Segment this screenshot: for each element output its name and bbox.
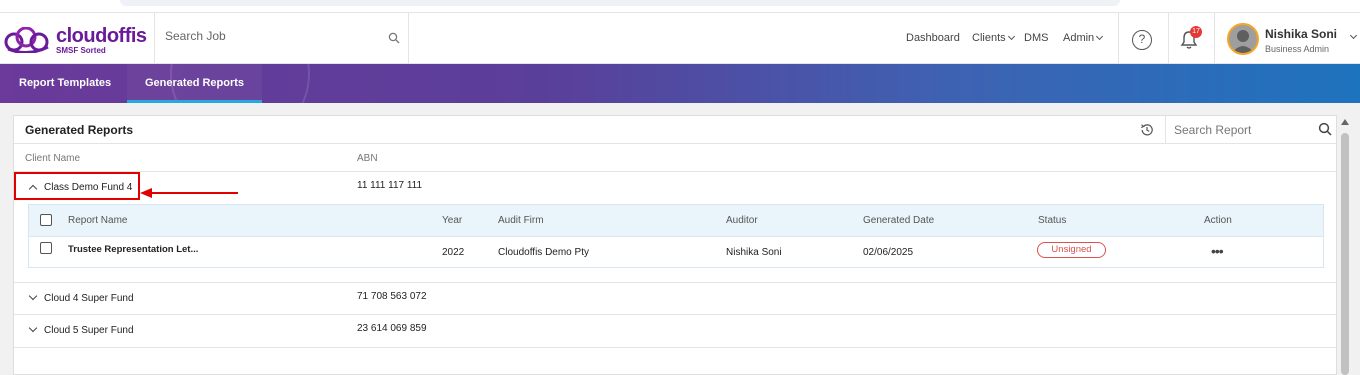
divider [14, 143, 1336, 144]
header-generated-date[interactable]: Generated Date [863, 215, 934, 226]
more-actions-icon[interactable]: ••• [1211, 243, 1224, 259]
row-checkbox[interactable] [40, 242, 52, 254]
nav-clients[interactable]: Clients [972, 32, 1015, 44]
scroll-thumb[interactable] [1341, 133, 1349, 375]
divider [14, 347, 1336, 348]
select-all-checkbox[interactable] [40, 214, 52, 226]
nav-admin[interactable]: Admin [1063, 32, 1104, 44]
question-circle-icon[interactable]: ? [1132, 30, 1152, 50]
search-job-box [154, 13, 409, 64]
client-abn: 71 708 563 072 [357, 291, 427, 302]
nav-dms[interactable]: DMS [1024, 32, 1048, 44]
search-icon[interactable] [1318, 122, 1332, 141]
header-auditor[interactable]: Auditor [726, 215, 758, 226]
vertical-scrollbar[interactable] [1339, 115, 1351, 375]
chevron-down-icon[interactable] [28, 323, 38, 333]
search-report-box [1165, 116, 1338, 143]
search-job-input[interactable] [165, 29, 375, 43]
tab-bar: Report Templates Generated Reports [0, 64, 1360, 103]
client-abn: 11 111 117 111 [357, 180, 423, 191]
divider [14, 171, 1336, 172]
header-action: Action [1204, 215, 1232, 226]
header-year[interactable]: Year [442, 215, 462, 226]
sub-table-header: Report Name Year Audit Firm Auditor Gene… [29, 205, 1323, 237]
history-icon[interactable] [1140, 123, 1154, 142]
client-name[interactable]: Cloud 5 Super Fund [44, 325, 134, 336]
notification-badge: 17 [1190, 26, 1202, 38]
report-name[interactable]: Trustee Representation Let... [68, 244, 198, 255]
generated-reports-panel: Generated Reports Client Name ABN Class … [13, 115, 1337, 375]
chevron-down-icon [1096, 32, 1104, 41]
report-audit-firm: Cloudoffis Demo Pty [498, 247, 589, 258]
divider [14, 282, 1336, 283]
nav-dashboard[interactable]: Dashboard [906, 32, 960, 44]
user-role: Business Admin [1265, 44, 1330, 54]
nav-clients-label: Clients [972, 32, 1006, 44]
app-header: cloudoffis SMSF Sorted Dashboard Clients… [0, 12, 1360, 64]
reports-sub-table: Report Name Year Audit Firm Auditor Gene… [28, 204, 1324, 268]
header-status[interactable]: Status [1038, 215, 1066, 226]
scroll-up-arrow-icon[interactable] [1341, 119, 1349, 125]
divider [14, 314, 1336, 315]
report-generated-date: 02/06/2025 [863, 247, 914, 258]
client-abn: 23 614 069 859 [357, 323, 427, 334]
avatar[interactable] [1227, 23, 1259, 55]
panel-title: Generated Reports [25, 123, 134, 137]
search-icon[interactable] [388, 31, 400, 49]
header-audit-firm[interactable]: Audit Firm [498, 215, 544, 226]
user-name[interactable]: Nishika Soni [1265, 27, 1337, 41]
brand-tagline: SMSF Sorted [56, 46, 106, 55]
col-abn[interactable]: ABN [357, 153, 378, 164]
nav-admin-label: Admin [1063, 32, 1095, 44]
header-report-name[interactable]: Report Name [68, 215, 127, 226]
search-report-input[interactable] [1174, 123, 1304, 137]
chevron-down-icon[interactable] [28, 291, 38, 301]
annotation-arrow-icon [140, 188, 238, 198]
tab-generated-reports[interactable]: Generated Reports [127, 64, 263, 103]
col-client-name[interactable]: Client Name [25, 153, 80, 164]
status-badge: Unsigned [1037, 242, 1106, 258]
browser-top-strip [0, 0, 1360, 12]
brand-logo[interactable]: cloudoffis SMSF Sorted [4, 25, 154, 55]
annotation-highlight-box [14, 172, 140, 200]
chevron-down-icon [1007, 32, 1015, 41]
cloud-logo-icon [4, 27, 49, 53]
client-name[interactable]: Cloud 4 Super Fund [44, 293, 134, 304]
tab-report-templates[interactable]: Report Templates [1, 64, 129, 103]
report-year: 2022 [442, 247, 465, 258]
report-auditor: Nishika Soni [726, 247, 782, 258]
brand-name: cloudoffis [56, 25, 147, 47]
top-pill [120, 0, 1120, 6]
